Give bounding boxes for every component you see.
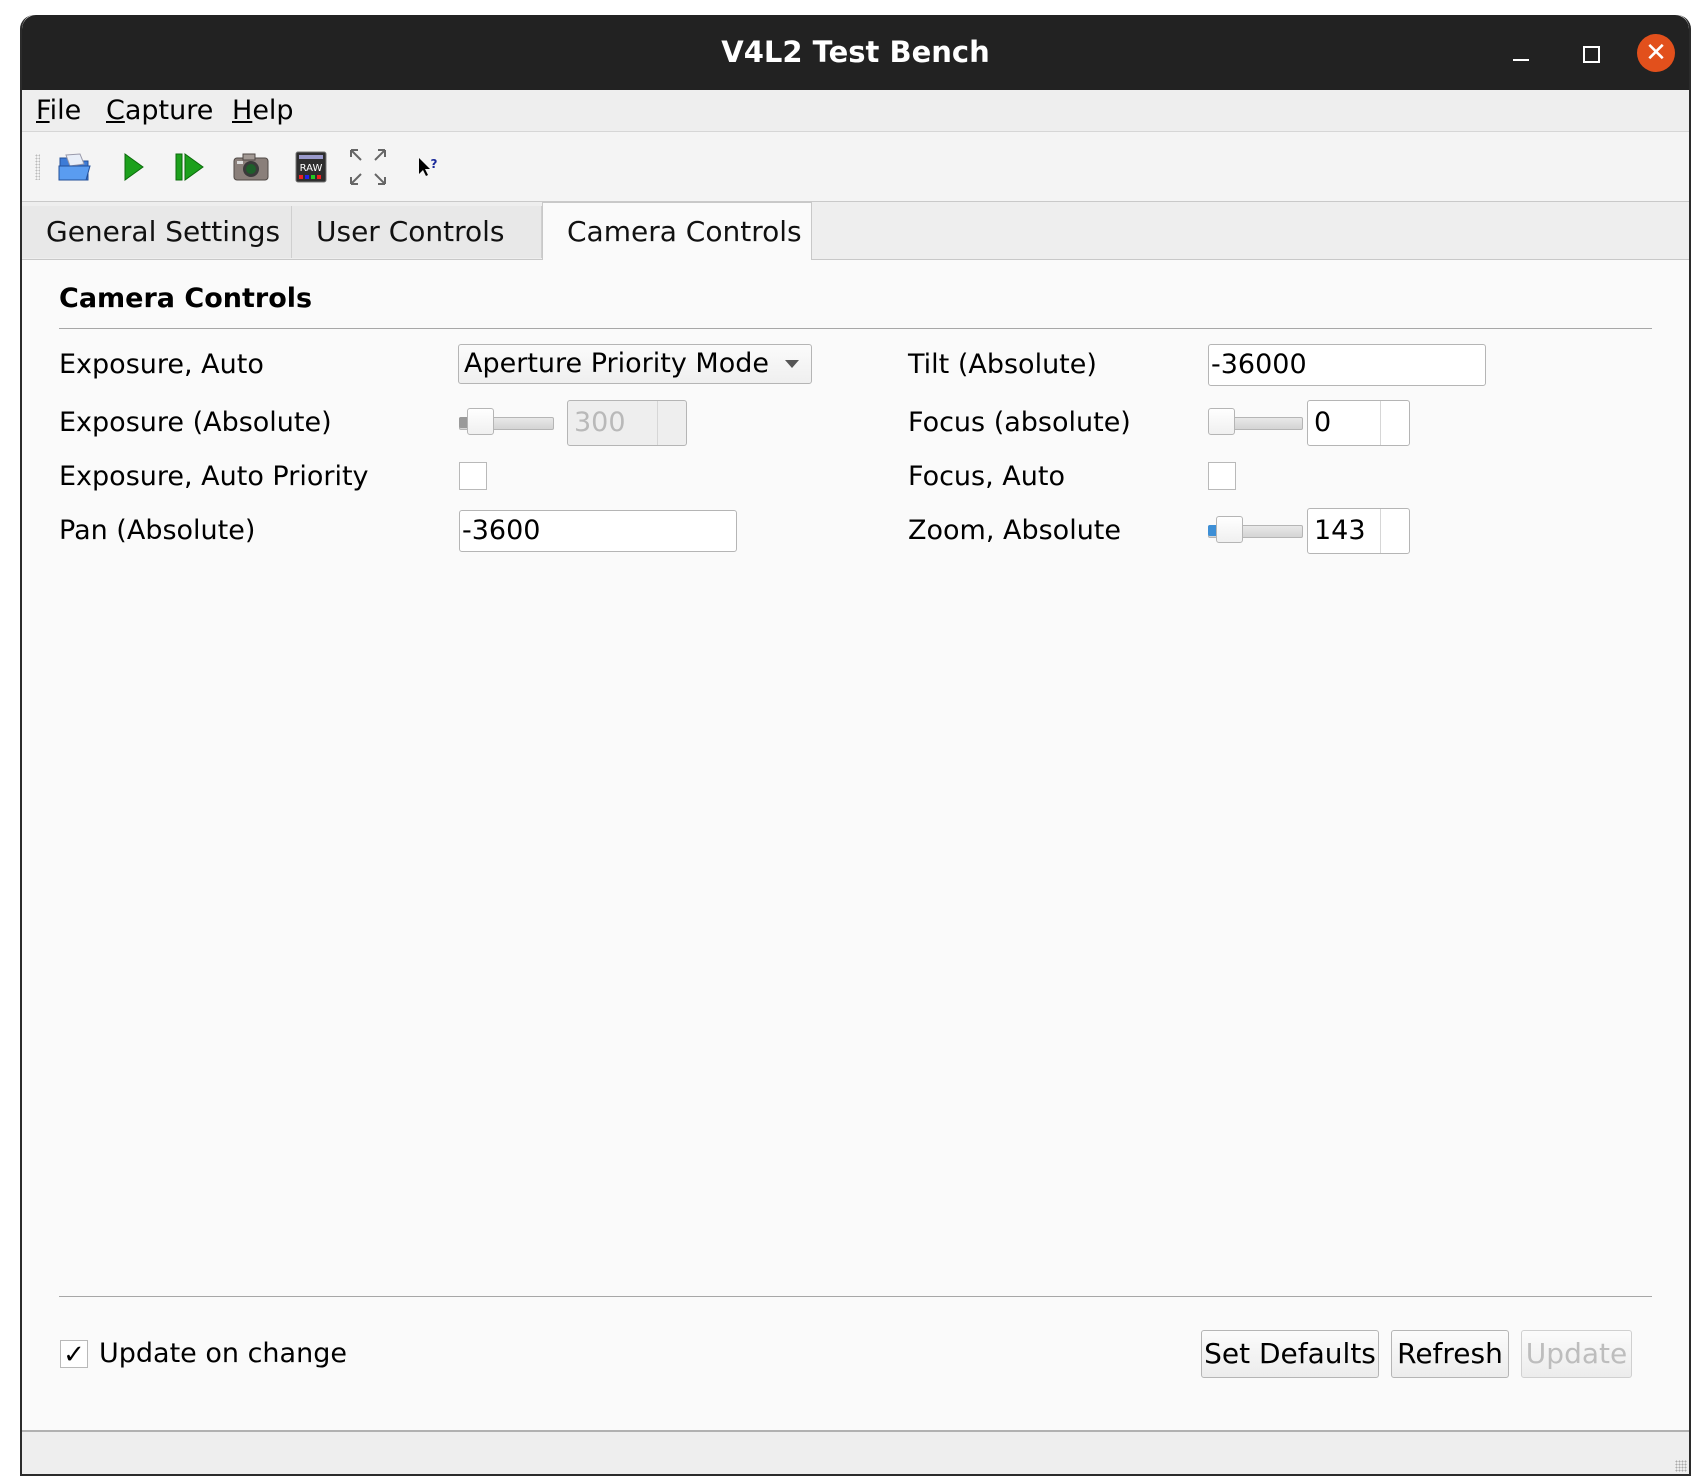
menu-label: elp	[252, 95, 294, 126]
svg-text:?: ?	[431, 157, 438, 171]
set-defaults-button[interactable]: Set Defaults	[1201, 1330, 1379, 1378]
maximize-icon[interactable]	[1574, 37, 1608, 71]
menu-label: ile	[49, 95, 82, 126]
spinbox-value: 300	[574, 407, 626, 438]
spinbox-divider	[1380, 509, 1381, 553]
tab-bar: General Settings User Controls Camera Co…	[22, 202, 1689, 260]
play-icon[interactable]	[113, 146, 155, 188]
main-window: V4L2 Test Bench ✕ File Capture Help RAW …	[20, 15, 1691, 1476]
slider-handle[interactable]	[1208, 408, 1235, 435]
menu-bar: File Capture Help	[22, 90, 1689, 132]
status-bar	[22, 1430, 1689, 1474]
spinbox-value: 0	[1314, 407, 1332, 438]
toolbar-grip[interactable]	[35, 154, 40, 180]
raw-icon[interactable]: RAW	[290, 146, 332, 188]
slider-handle[interactable]	[1216, 516, 1243, 543]
fullscreen-icon[interactable]	[347, 146, 389, 188]
update-on-change-checkbox[interactable]: ✓	[60, 1340, 88, 1369]
exposure-auto-priority-checkbox[interactable]	[459, 462, 487, 490]
exposure-absolute-label: Exposure (Absolute)	[59, 407, 332, 438]
menu-mnemonic: F	[36, 95, 50, 126]
minimize-icon[interactable]	[1504, 37, 1538, 71]
group-separator	[59, 328, 1652, 329]
zoom-absolute-label: Zoom, Absolute	[908, 515, 1122, 546]
pan-absolute-label: Pan (Absolute)	[59, 515, 256, 546]
spinbox-value: 143	[1314, 515, 1366, 546]
exposure-absolute-slider[interactable]	[459, 408, 554, 438]
update-button[interactable]: Update	[1521, 1330, 1632, 1378]
tab-general-settings[interactable]: General Settings	[22, 206, 292, 258]
exposure-auto-label: Exposure, Auto	[59, 349, 264, 380]
slider-handle[interactable]	[467, 408, 494, 435]
focus-auto-checkbox[interactable]	[1208, 462, 1236, 490]
title-bar[interactable]: V4L2 Test Bench ✕	[22, 15, 1689, 90]
svg-text:RAW: RAW	[300, 163, 323, 174]
zoom-absolute-spinbox[interactable]: 143	[1307, 508, 1410, 554]
zoom-absolute-slider[interactable]	[1208, 516, 1303, 546]
menu-mnemonic: H	[232, 95, 253, 126]
footer-separator	[59, 1296, 1652, 1297]
spinbox-divider	[1380, 401, 1381, 445]
toolbar: RAW ?	[22, 132, 1689, 202]
focus-absolute-spinbox[interactable]: 0	[1307, 400, 1410, 446]
camera-snapshot-icon[interactable]	[230, 146, 272, 188]
size-grip[interactable]	[1675, 1460, 1687, 1472]
exposure-auto-combo[interactable]: Aperture Priority Mode	[458, 344, 812, 384]
exposure-auto-priority-label: Exposure, Auto Priority	[59, 461, 369, 492]
menu-capture[interactable]: Capture	[106, 90, 213, 131]
tab-user-controls[interactable]: User Controls	[292, 206, 542, 258]
exposure-auto-value: Aperture Priority Mode	[464, 348, 769, 379]
update-on-change-label[interactable]: Update on change	[99, 1334, 347, 1374]
menu-mnemonic: C	[106, 95, 125, 126]
group-title: Camera Controls	[59, 283, 313, 314]
menu-file[interactable]: File	[36, 90, 81, 131]
tilt-absolute-input[interactable]: -36000	[1208, 344, 1486, 386]
whats-this-icon[interactable]: ?	[408, 146, 450, 188]
focus-absolute-label: Focus (absolute)	[908, 407, 1131, 438]
open-folder-icon[interactable]	[54, 146, 96, 188]
window-title: V4L2 Test Bench	[721, 35, 990, 69]
chevron-down-icon	[785, 360, 799, 368]
exposure-absolute-spinbox[interactable]: 300	[567, 400, 687, 446]
focus-auto-label: Focus, Auto	[908, 461, 1065, 492]
tab-camera-controls[interactable]: Camera Controls	[542, 202, 812, 260]
spinbox-divider	[657, 401, 658, 445]
menu-label: apture	[124, 95, 214, 126]
tilt-absolute-label: Tilt (Absolute)	[908, 349, 1097, 380]
step-play-icon[interactable]	[169, 146, 211, 188]
close-icon[interactable]: ✕	[1637, 34, 1675, 72]
menu-help[interactable]: Help	[232, 90, 294, 131]
pan-absolute-input[interactable]: -3600	[459, 510, 737, 552]
refresh-button[interactable]: Refresh	[1391, 1330, 1509, 1378]
focus-absolute-slider[interactable]	[1208, 408, 1303, 438]
